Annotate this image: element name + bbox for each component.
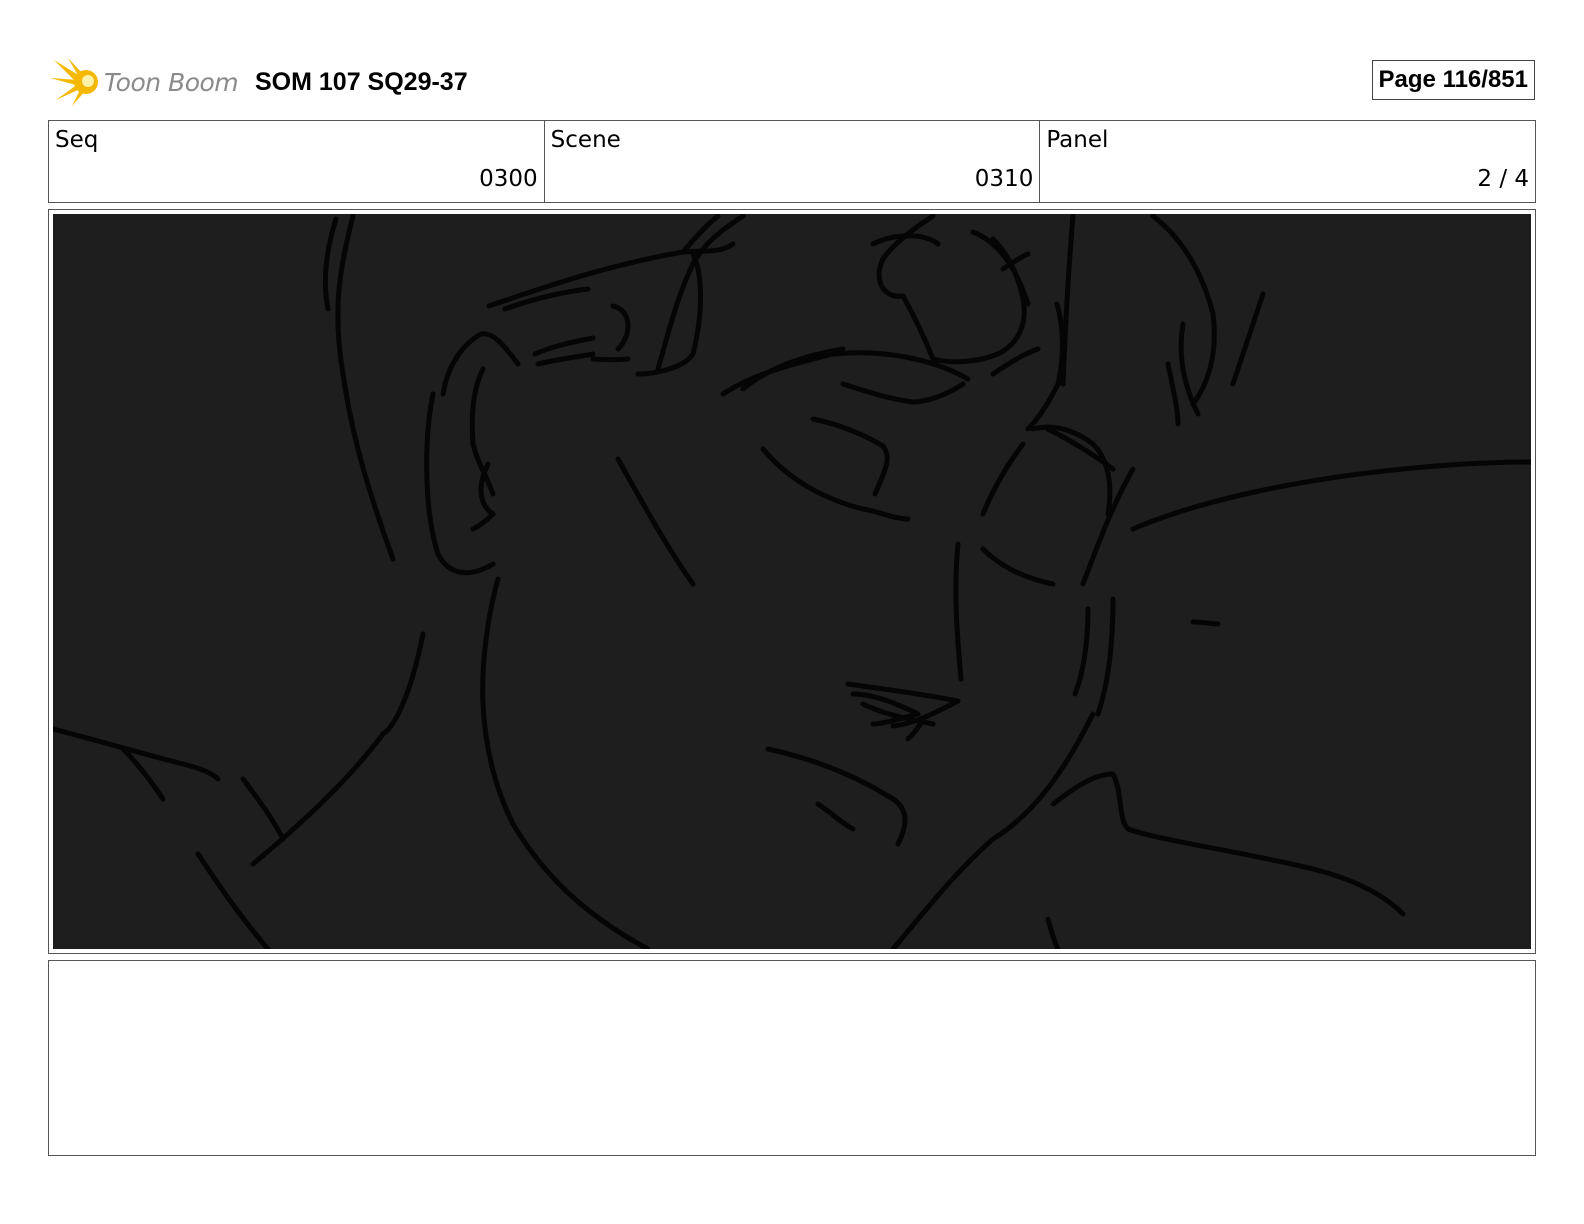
toon-boom-logo: Toon Boom xyxy=(50,56,240,108)
logo-text: Toon Boom xyxy=(104,68,239,97)
panel-notes-box xyxy=(48,960,1536,1156)
panel-value: 2 / 4 xyxy=(1477,166,1530,192)
panel-cell: Panel 2 / 4 xyxy=(1040,121,1535,202)
burst-icon xyxy=(50,58,98,106)
storyboard-panel-frame xyxy=(48,209,1536,954)
seq-cell: Seq 0300 xyxy=(49,121,545,202)
seq-value: 0300 xyxy=(479,166,538,192)
panel-info-row: Seq 0300 Scene 0310 Panel 2 / 4 xyxy=(48,120,1536,203)
scene-label: Scene xyxy=(550,127,621,153)
sketch-drawing xyxy=(53,214,1531,949)
scene-cell: Scene 0310 xyxy=(545,121,1041,202)
page-header: Toon Boom SOM 107 SQ29-37 Page 116/851 xyxy=(50,54,1535,108)
seq-label: Seq xyxy=(55,127,99,153)
storyboard-panel-image xyxy=(53,214,1531,949)
scene-value: 0310 xyxy=(974,166,1034,192)
page-number: Page 116/851 xyxy=(1378,66,1528,93)
panel-label: Panel xyxy=(1046,127,1109,153)
document-title: SOM 107 SQ29-37 xyxy=(255,68,468,96)
page-number-box: Page 116/851 xyxy=(1371,60,1535,100)
